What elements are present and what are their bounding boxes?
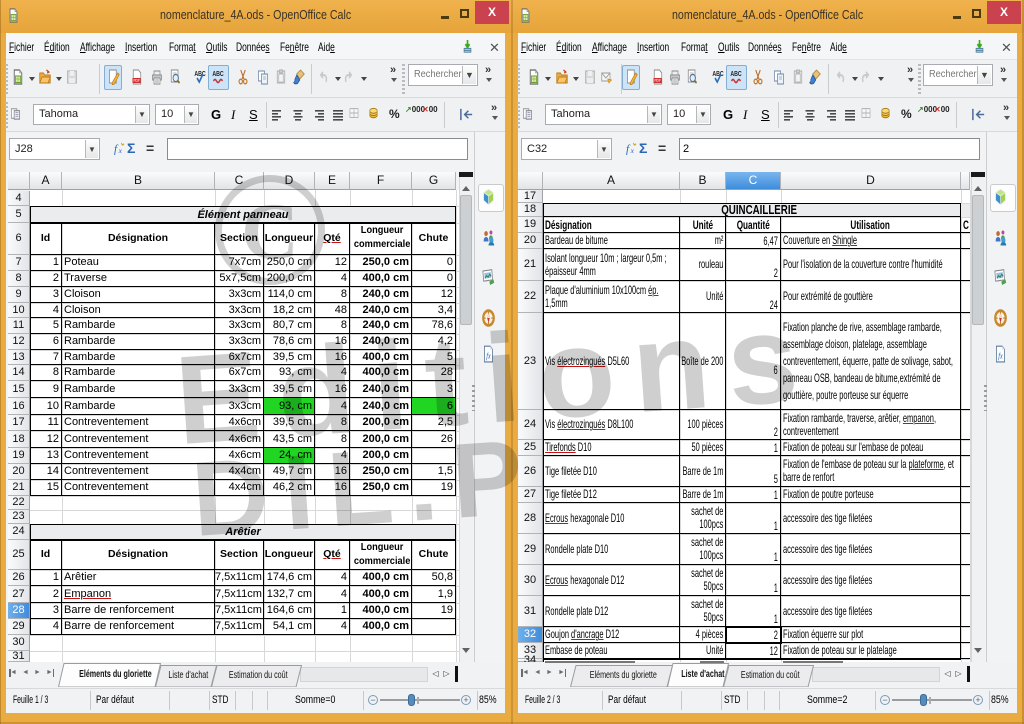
svg-text:x: x: [118, 146, 123, 155]
svg-text:ABC: ABC: [194, 70, 206, 78]
svg-text:ABC: ABC: [730, 70, 742, 78]
svg-text:PDF: PDF: [133, 79, 140, 84]
svg-text:ABC: ABC: [212, 70, 224, 78]
svg-text:ABC: ABC: [712, 70, 724, 78]
svg-text:fx: fx: [998, 350, 1003, 360]
svg-text:fx: fx: [486, 350, 491, 360]
svg-text:PDF: PDF: [654, 79, 661, 84]
svg-text:x: x: [630, 146, 635, 155]
